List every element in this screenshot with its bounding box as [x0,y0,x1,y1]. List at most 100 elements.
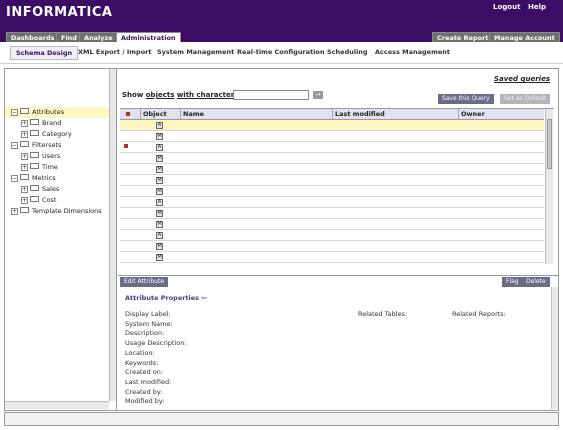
tab-dashboards[interactable]: Dashboards [6,32,60,42]
tree-item[interactable]: + Category [5,129,109,140]
metric-icon: M [156,243,163,250]
tree-item-label: Cost [42,196,57,204]
grid-row[interactable]: M [120,164,544,175]
show-label: Show [122,91,144,99]
collapse-icon[interactable]: − [11,141,18,149]
metric-icon: M [156,210,163,217]
grid-row[interactable]: M [120,186,544,197]
save-query-button[interactable]: Save this Query [438,94,494,104]
schema-tree-pane: − Attributes + Brand + Category − Filtersets + Us… [5,69,117,410]
set-as-default-button: Set as Default [500,94,551,104]
back-arrow-icon[interactable]: ⇦ [201,294,207,302]
folder-icon [20,141,29,147]
schema-tree: − Attributes + Brand + Category − Filtersets + Us… [5,107,109,399]
grid-row[interactable]: A [120,197,544,208]
expand-icon[interactable]: + [21,196,28,204]
flag-column-header[interactable] [120,109,140,120]
grid-row[interactable]: M [120,208,544,219]
grid-body: AMAMMMMAMMAMM [120,120,544,264]
expand-icon[interactable]: + [21,130,28,138]
help-link[interactable]: Help [528,3,546,11]
tree-vertical-scrollbar[interactable] [109,69,116,401]
tree-item[interactable]: − Filtersets [5,140,109,151]
last-modified-column-header[interactable]: Last modified [332,109,458,120]
expand-icon[interactable]: + [21,185,28,193]
with-characters-dropdown[interactable]: with characters [177,91,239,99]
grid-row[interactable]: M [120,219,544,230]
subnav-realtime-configuration[interactable]: Real-time Configuration [237,48,325,56]
tree-item-label: Users [42,152,61,160]
grid-scroll-thumb[interactable] [547,119,552,169]
tree-item[interactable]: + Users [5,151,109,162]
collapse-icon[interactable]: − [11,108,18,116]
objects-dropdown[interactable]: objects [146,91,175,99]
object-column-header[interactable]: Object [140,109,180,120]
logout-link[interactable]: Logout [493,3,520,11]
folder-icon [30,163,39,169]
grid-row[interactable]: M [120,175,544,186]
tree-item[interactable]: − Attributes [5,107,109,118]
subnav-access-management[interactable]: Access Management [375,48,450,56]
attribute-properties-title: Attribute Properties [125,294,200,302]
folder-icon [30,185,39,191]
create-report-button[interactable]: Create Report [432,32,494,42]
property-label: Created by: [125,387,163,396]
tree-item-label: Template Dimensions [32,207,102,215]
manage-account-button[interactable]: Manage Account [489,32,560,42]
tab-analyze[interactable]: Analyze [79,32,118,42]
grid-row[interactable]: M [120,252,544,263]
properties-vertical-scrollbar[interactable] [551,287,558,409]
tree-item[interactable]: − Metrics [5,173,109,184]
tree-item[interactable]: + Brand [5,118,109,129]
expand-icon[interactable]: + [21,119,28,127]
property-label: Modified by: [125,397,165,406]
grid-header: Object Name Last modified Owner [120,109,544,120]
flag-button[interactable]: Flag [502,277,523,287]
expand-icon[interactable]: + [21,152,28,160]
grid-row[interactable]: A [120,142,544,153]
grid-row[interactable]: A [120,120,544,131]
grid-row[interactable]: M [120,153,544,164]
owner-column-header[interactable]: Owner [458,109,544,120]
grid-row[interactable]: A [120,230,544,241]
grid-row[interactable]: M [120,131,544,142]
expand-icon[interactable]: + [11,207,18,215]
collapse-icon[interactable]: − [11,174,18,182]
property-label: Usage Description: [125,339,187,348]
related-reports-label: Related Reports: [452,310,506,318]
subnav-system-management[interactable]: System Management [157,48,234,56]
expand-icon[interactable]: + [21,163,28,171]
grid-vertical-scrollbar[interactable] [545,109,553,264]
folder-icon [30,152,39,158]
property-label: Created on: [125,368,164,377]
tree-item-label: Sales [42,185,60,193]
folder-icon [20,174,29,180]
header-bar: INFORMATICA Logout Help Dashboards Find … [0,0,563,43]
property-label: Description: [125,329,165,338]
folder-icon [20,108,29,114]
tree-item[interactable]: + Time [5,162,109,173]
query-line: Show objects with characters [122,91,238,102]
edit-attribute-button[interactable]: Edit Attribute [120,277,169,287]
name-column-header[interactable]: Name [180,109,332,120]
delete-button[interactable]: Delete [522,277,550,287]
objects-pane: Saved queries Show objects with characte… [118,69,558,410]
tree-item-label: Brand [42,119,62,127]
tree-item[interactable]: + Sales [5,184,109,195]
go-button[interactable]: → [313,91,323,99]
folder-icon [30,130,39,136]
subnav-schema-design[interactable]: Schema Design [10,46,79,60]
property-label: Keywords: [125,358,159,367]
subnav-scheduling[interactable]: Scheduling [327,48,368,56]
search-input[interactable] [233,90,309,100]
tree-item-label: Filtersets [32,141,62,149]
flag-icon [124,144,128,148]
tree-item[interactable]: + Template Dimensions [5,206,109,217]
tree-horizontal-scrollbar[interactable] [5,401,109,409]
subnav-bar: Schema Design XML Export / Import System… [0,42,563,64]
grid-row[interactable]: M [120,241,544,252]
saved-queries-link[interactable]: Saved queries [494,75,550,83]
flag-icon [126,112,130,116]
subnav-xml-export-import[interactable]: XML Export / Import [78,48,151,56]
tree-item[interactable]: + Cost [5,195,109,206]
